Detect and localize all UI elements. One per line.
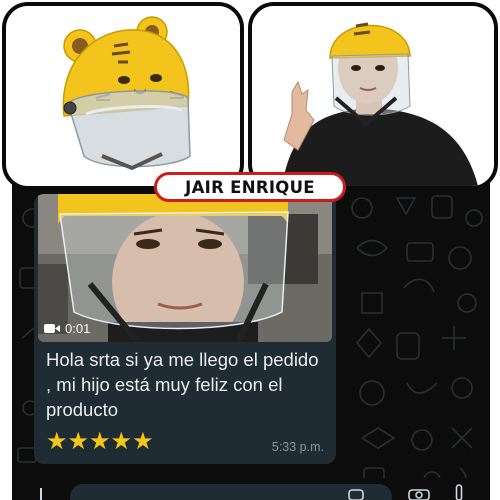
message-timestamp: 5:33 p.m.	[271, 440, 324, 454]
microphone-icon[interactable]	[454, 484, 464, 500]
message-text: Hola srta si ya me llego el pedido , mi …	[46, 349, 319, 420]
customer-name-badge: JAIR ENRIQUE	[154, 172, 346, 202]
message-input[interactable]	[70, 484, 392, 500]
video-still-image	[38, 194, 332, 342]
video-duration: 0:01	[65, 321, 91, 336]
product-photo-panel	[2, 2, 244, 190]
video-duration-indicator: 0:01	[44, 321, 90, 336]
attach-icon[interactable]	[348, 488, 364, 500]
testimonial-graphic: 0:01 Hola srta si ya me llego el pedido …	[0, 0, 500, 500]
chat-message-bubble: 0:01 Hola srta si ya me llego el pedido …	[34, 194, 336, 464]
camera-icon[interactable]	[408, 487, 430, 500]
message-composer	[12, 478, 490, 500]
customer-wearing-helmet-image	[252, 6, 494, 186]
star-rating: ★★★★★	[46, 427, 154, 455]
customer-photo-panel	[248, 2, 498, 190]
plus-icon[interactable]	[36, 486, 46, 500]
video-camera-icon	[44, 324, 60, 333]
video-thumbnail[interactable]	[38, 194, 332, 342]
tiger-helmet-image	[6, 6, 240, 186]
